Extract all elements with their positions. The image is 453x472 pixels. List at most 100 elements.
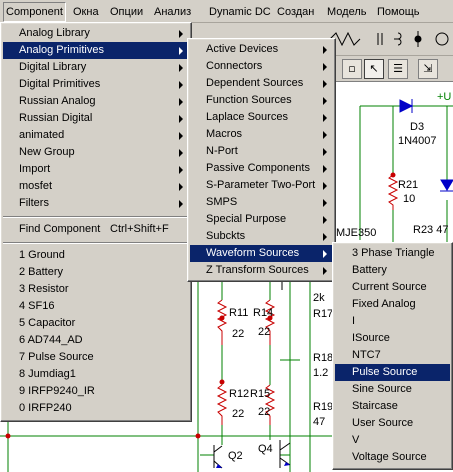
arrow-select-icon[interactable]: ⇲ — [418, 59, 438, 79]
submenu-arrow-icon — [323, 182, 327, 190]
menu-item-label: Subckts — [206, 230, 246, 242]
recent-item-jumdiag1[interactable]: 8 Jumdiag1 — [3, 366, 189, 383]
menu-item-subckts[interactable]: Subckts — [190, 228, 333, 245]
menu-help[interactable]: Помощь — [377, 4, 420, 20]
analog-primitives-menu: Active Devices Connectors Dependent Sour… — [187, 38, 336, 282]
submenu-arrow-icon — [179, 183, 183, 191]
submenu-arrow-icon — [179, 47, 183, 55]
menu-item-current-source[interactable]: Current Source — [335, 279, 450, 296]
menu-item-laplace-sources[interactable]: Laplace Sources — [190, 109, 333, 126]
menu-item-filters[interactable]: Filters — [3, 195, 189, 212]
menu-item-sine-source[interactable]: Sine Source — [335, 381, 450, 398]
submenu-arrow-icon — [323, 80, 327, 88]
schematic-label-plus-u: +U — [437, 91, 452, 103]
menu-options[interactable]: Опции — [110, 4, 143, 20]
schematic-label-r23: R23 47 — [413, 224, 449, 236]
recent-item-irfp9240[interactable]: 9 IRFP9240_IR — [3, 383, 189, 400]
recent-item-ad744[interactable]: 6 AD744_AD — [3, 332, 189, 349]
menu-item-analog-primitives[interactable]: Analog Primitives — [3, 42, 189, 59]
schematic-label-r15: R15 — [250, 388, 271, 400]
schematic-label-r19: R19 — [313, 401, 334, 413]
menu-component[interactable]: Component — [3, 2, 66, 22]
submenu-arrow-icon — [179, 200, 183, 208]
schematic-label-r21-value: 10 — [403, 193, 416, 205]
menu-item-user-source[interactable]: User Source — [335, 415, 450, 432]
menu-windows[interactable]: Окна — [73, 4, 99, 20]
menu-separator — [3, 216, 189, 218]
schematic-label-d3: D3 — [410, 121, 425, 133]
menu-item-import[interactable]: Import — [3, 161, 189, 178]
menu-item-waveform-sources[interactable]: Waveform Sources — [190, 245, 333, 262]
recent-item-pulse-source[interactable]: 7 Pulse Source — [3, 349, 189, 366]
schematic-label-d3-part: 1N4007 — [398, 135, 437, 147]
menu-item-russian-analog[interactable]: Russian Analog — [3, 93, 189, 110]
menu-item-active-devices[interactable]: Active Devices — [190, 41, 333, 58]
properties-icon[interactable]: ☰ — [388, 59, 408, 79]
menu-item-label: Waveform Sources — [206, 247, 300, 259]
menu-item-fixed-analog[interactable]: Fixed Analog — [335, 296, 450, 313]
menu-item-label: Laplace Sources — [206, 111, 288, 123]
menu-item-shortcut: Ctrl+Shift+F — [110, 223, 169, 235]
schematic-label-r12: R12 — [229, 388, 250, 400]
schematic-label-r11: R11 — [229, 307, 249, 319]
menu-item-dependent-sources[interactable]: Dependent Sources — [190, 75, 333, 92]
menu-item-isource[interactable]: ISource — [335, 330, 450, 347]
menu-item-digital-library[interactable]: Digital Library — [3, 59, 189, 76]
menu-item-passive-components[interactable]: Passive Components — [190, 160, 333, 177]
schematic-label-r18: R18 — [313, 352, 334, 364]
menu-item-analog-library[interactable]: Analog Library — [3, 25, 189, 42]
menu-item-i[interactable]: I — [335, 313, 450, 330]
menu-item-special-purpose[interactable]: Special Purpose — [190, 211, 333, 228]
menu-item-s-parameter-two-port[interactable]: S-Parameter Two-Port — [190, 177, 333, 194]
submenu-arrow-icon — [179, 81, 183, 89]
menu-item-label: Analog Primitives — [19, 44, 104, 56]
window-icon[interactable]: ▫ — [342, 59, 362, 79]
recent-item-battery[interactable]: 2 Battery — [3, 264, 189, 281]
recent-item-sf16[interactable]: 4 SF16 — [3, 298, 189, 315]
menu-model[interactable]: Модель — [327, 4, 366, 20]
menu-item-smps[interactable]: SMPS — [190, 194, 333, 211]
menu-item-function-sources[interactable]: Function Sources — [190, 92, 333, 109]
menu-dynamic-dc[interactable]: Dynamic DC — [209, 4, 271, 20]
secondary-toolbar: ▫ ↖ ☰ ⇲ — [336, 56, 453, 82]
menu-item-digital-primitives[interactable]: Digital Primitives — [3, 76, 189, 93]
menu-item-mosfet[interactable]: mosfet — [3, 178, 189, 195]
menu-item-new-group[interactable]: New Group — [3, 144, 189, 161]
menu-item-label: Connectors — [206, 60, 263, 72]
menu-item-staircase[interactable]: Staircase — [335, 398, 450, 415]
recent-item-ground[interactable]: 1 Ground — [3, 247, 189, 264]
recent-item-resistor[interactable]: 3 Resistor — [3, 281, 189, 298]
menu-item-connectors[interactable]: Connectors — [190, 58, 333, 75]
menu-item-voltage-source[interactable]: Voltage Source — [335, 449, 450, 466]
menu-item-pulse-source[interactable]: Pulse Source — [335, 364, 450, 381]
recent-item-capacitor[interactable]: 5 Capacitor — [3, 315, 189, 332]
menu-item-label: Z Transform Sources — [206, 264, 309, 276]
submenu-arrow-icon — [323, 233, 327, 241]
menu-item-russian-digital[interactable]: Russian Digital — [3, 110, 189, 127]
menu-item-label: S-Parameter Two-Port — [206, 179, 316, 191]
menu-item-animated[interactable]: animated — [3, 127, 189, 144]
menu-item-n-port[interactable]: N-Port — [190, 143, 333, 160]
menu-create[interactable]: Создан — [277, 4, 314, 20]
menu-item-find-component[interactable]: Find Component Ctrl+Shift+F — [3, 221, 189, 238]
submenu-arrow-icon — [323, 216, 327, 224]
waveform-sources-menu: 3 Phase Triangle Battery Current Source … — [332, 242, 453, 470]
schematic-label-r21: R21 — [398, 179, 419, 191]
menu-item-3-phase-triangle[interactable]: 3 Phase Triangle — [335, 245, 450, 262]
menu-item-z-transform-sources[interactable]: Z Transform Sources — [190, 262, 333, 279]
schematic-label-2k: 2k — [313, 292, 325, 304]
menu-item-macros[interactable]: Macros — [190, 126, 333, 143]
menu-item-battery[interactable]: Battery — [335, 262, 450, 279]
recent-item-irfp240[interactable]: 0 IRFP240 — [3, 400, 189, 417]
menu-item-v[interactable]: V — [335, 432, 450, 449]
menu-analysis[interactable]: Анализ — [154, 4, 191, 20]
submenu-arrow-icon — [179, 115, 183, 123]
menu-item-label: Function Sources — [206, 94, 292, 106]
menu-item-ntc7[interactable]: NTC7 — [335, 347, 450, 364]
menu-item-label: Find Component — [19, 223, 101, 235]
inductor-tool-icon — [394, 32, 402, 46]
schematic-label-1-2: 1.2 — [313, 367, 329, 379]
pointer-icon[interactable]: ↖ — [364, 59, 384, 79]
menu-item-label: mosfet — [19, 180, 53, 192]
schematic-label-r14-value: 22 — [258, 326, 271, 338]
